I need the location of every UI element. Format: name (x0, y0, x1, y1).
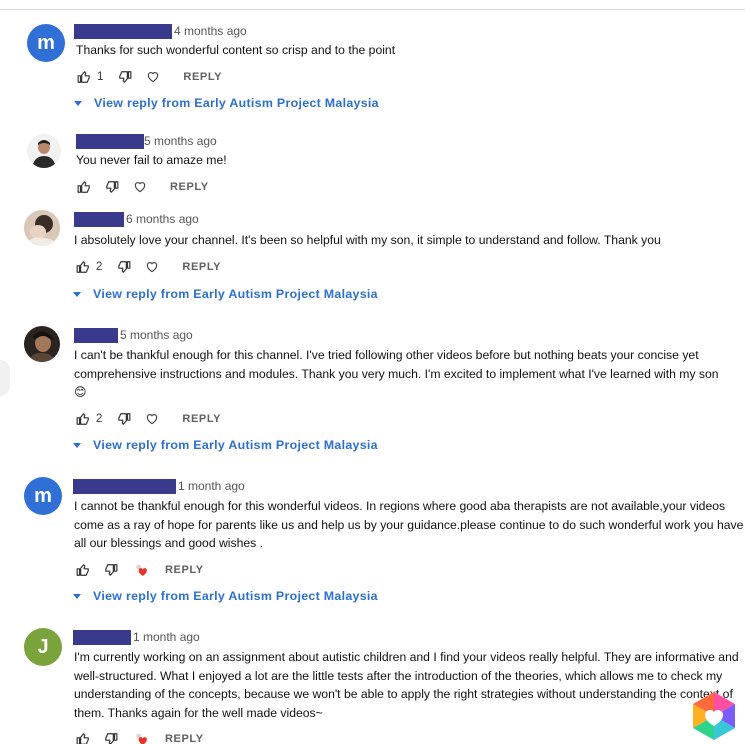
heart-icon[interactable] (144, 259, 160, 275)
avatar-letter: J (37, 635, 49, 658)
comment-timestamp[interactable]: 1 month ago (133, 630, 200, 644)
author-name-redacted[interactable] (74, 23, 172, 39)
comment-text: I'm currently working on an assignment a… (74, 650, 739, 720)
avatar-letter: m (34, 484, 52, 507)
like-count: 1 (97, 71, 104, 83)
comment-header: 6 months ago (74, 211, 199, 227)
view-replies-button[interactable]: View reply from Early Autism Project Mal… (73, 589, 378, 603)
comment-timestamp[interactable]: 5 months ago (120, 328, 193, 342)
user-photo-icon (24, 326, 60, 362)
avatar[interactable] (27, 134, 61, 168)
avatar[interactable] (24, 210, 60, 246)
view-replies-label: View reply from Early Autism Project Mal… (94, 96, 379, 110)
reply-button[interactable]: REPLY (182, 413, 221, 425)
thumbs-down-icon[interactable] (117, 69, 133, 85)
creator-heart-icon[interactable] (133, 731, 149, 744)
comment-actions: 1 REPLY (76, 68, 222, 86)
comment-text: I cannot be thankful enough for this won… (74, 499, 744, 550)
comment-text: You never fail to amaze me! (76, 153, 227, 167)
top-divider (0, 0, 745, 10)
author-name-redacted[interactable] (73, 629, 131, 645)
view-replies-button[interactable]: View reply from Early Autism Project Mal… (73, 287, 378, 301)
comment-header: 4 months ago (74, 23, 247, 39)
reply-button[interactable]: REPLY (165, 564, 204, 576)
comment-timestamp[interactable]: 5 months ago (144, 134, 217, 148)
comment-actions: REPLY (76, 178, 209, 196)
thumbs-down-icon[interactable] (103, 731, 119, 744)
author-name-redacted[interactable] (76, 133, 144, 149)
comment-text-body: I can't be thankful enough for this chan… (74, 348, 719, 381)
avatar-letter: m (37, 31, 55, 54)
reply-button[interactable]: REPLY (182, 261, 221, 273)
thumbs-up-icon[interactable] (75, 259, 91, 275)
heart-icon[interactable] (145, 69, 161, 85)
creator-heart-icon[interactable] (133, 562, 149, 578)
smile-emoji-icon: 😊 (74, 385, 87, 399)
comment-actions: REPLY (75, 730, 204, 744)
user-photo-icon (27, 134, 61, 168)
view-replies-label: View reply from Early Autism Project Mal… (93, 438, 378, 452)
user-photo-icon (24, 210, 60, 246)
like-count: 2 (96, 261, 103, 273)
like-count: 2 (96, 413, 103, 425)
comment-timestamp[interactable]: 1 month ago (178, 479, 245, 493)
view-replies-label: View reply from Early Autism Project Mal… (93, 287, 378, 301)
thumbs-down-icon[interactable] (104, 179, 120, 195)
comment-text: I can't be thankful enough for this chan… (74, 346, 744, 402)
expand-caret-icon (74, 100, 82, 106)
view-replies-button[interactable]: View reply from Early Autism Project Mal… (74, 96, 379, 110)
avatar[interactable]: m (27, 24, 65, 62)
thumbs-up-icon[interactable] (75, 731, 91, 744)
heart-icon[interactable] (132, 179, 148, 195)
expand-caret-icon (73, 593, 81, 599)
comment-actions: 2 REPLY (75, 410, 221, 428)
author-name-redacted[interactable] (74, 211, 124, 227)
reply-button[interactable]: REPLY (165, 733, 204, 744)
comment-actions: 2 REPLY (75, 258, 221, 276)
heart-icon[interactable] (144, 411, 160, 427)
author-name-redacted[interactable] (73, 478, 176, 494)
side-scroll-handle[interactable] (0, 360, 10, 396)
comment-header: 1 month ago (73, 478, 245, 494)
avatar[interactable]: m (24, 477, 62, 515)
thumbs-up-icon[interactable] (76, 69, 92, 85)
expand-caret-icon (73, 291, 81, 297)
expand-caret-icon (73, 442, 81, 448)
view-replies-button[interactable]: View reply from Early Autism Project Mal… (73, 438, 378, 452)
thumbs-up-icon[interactable] (76, 179, 92, 195)
comment-text: Thanks for such wonderful content so cri… (76, 43, 396, 57)
thumbs-down-icon[interactable] (116, 259, 132, 275)
comment-actions: REPLY (75, 561, 204, 579)
thumbs-down-icon[interactable] (116, 411, 132, 427)
thumbs-up-icon[interactable] (75, 411, 91, 427)
comment-text: I absolutely love your channel. It's bee… (74, 233, 661, 247)
thumbs-down-icon[interactable] (103, 562, 119, 578)
author-name-redacted[interactable] (74, 327, 118, 343)
comment-timestamp[interactable]: 6 months ago (126, 212, 199, 226)
watermark-logo-icon (693, 692, 735, 740)
thumbs-up-icon[interactable] (75, 562, 91, 578)
reply-button[interactable]: REPLY (183, 71, 222, 83)
comment-timestamp[interactable]: 4 months ago (174, 24, 247, 38)
reply-button[interactable]: REPLY (170, 181, 209, 193)
comment-header: 5 months ago (74, 327, 193, 343)
avatar[interactable] (24, 326, 60, 362)
comment-header: 1 month ago (73, 629, 200, 645)
view-replies-label: View reply from Early Autism Project Mal… (93, 589, 378, 603)
comments-page: m 4 months ago Thanks for such wonderful… (0, 0, 745, 744)
avatar[interactable]: J (24, 628, 62, 666)
comment-header: 5 months ago (76, 133, 217, 149)
